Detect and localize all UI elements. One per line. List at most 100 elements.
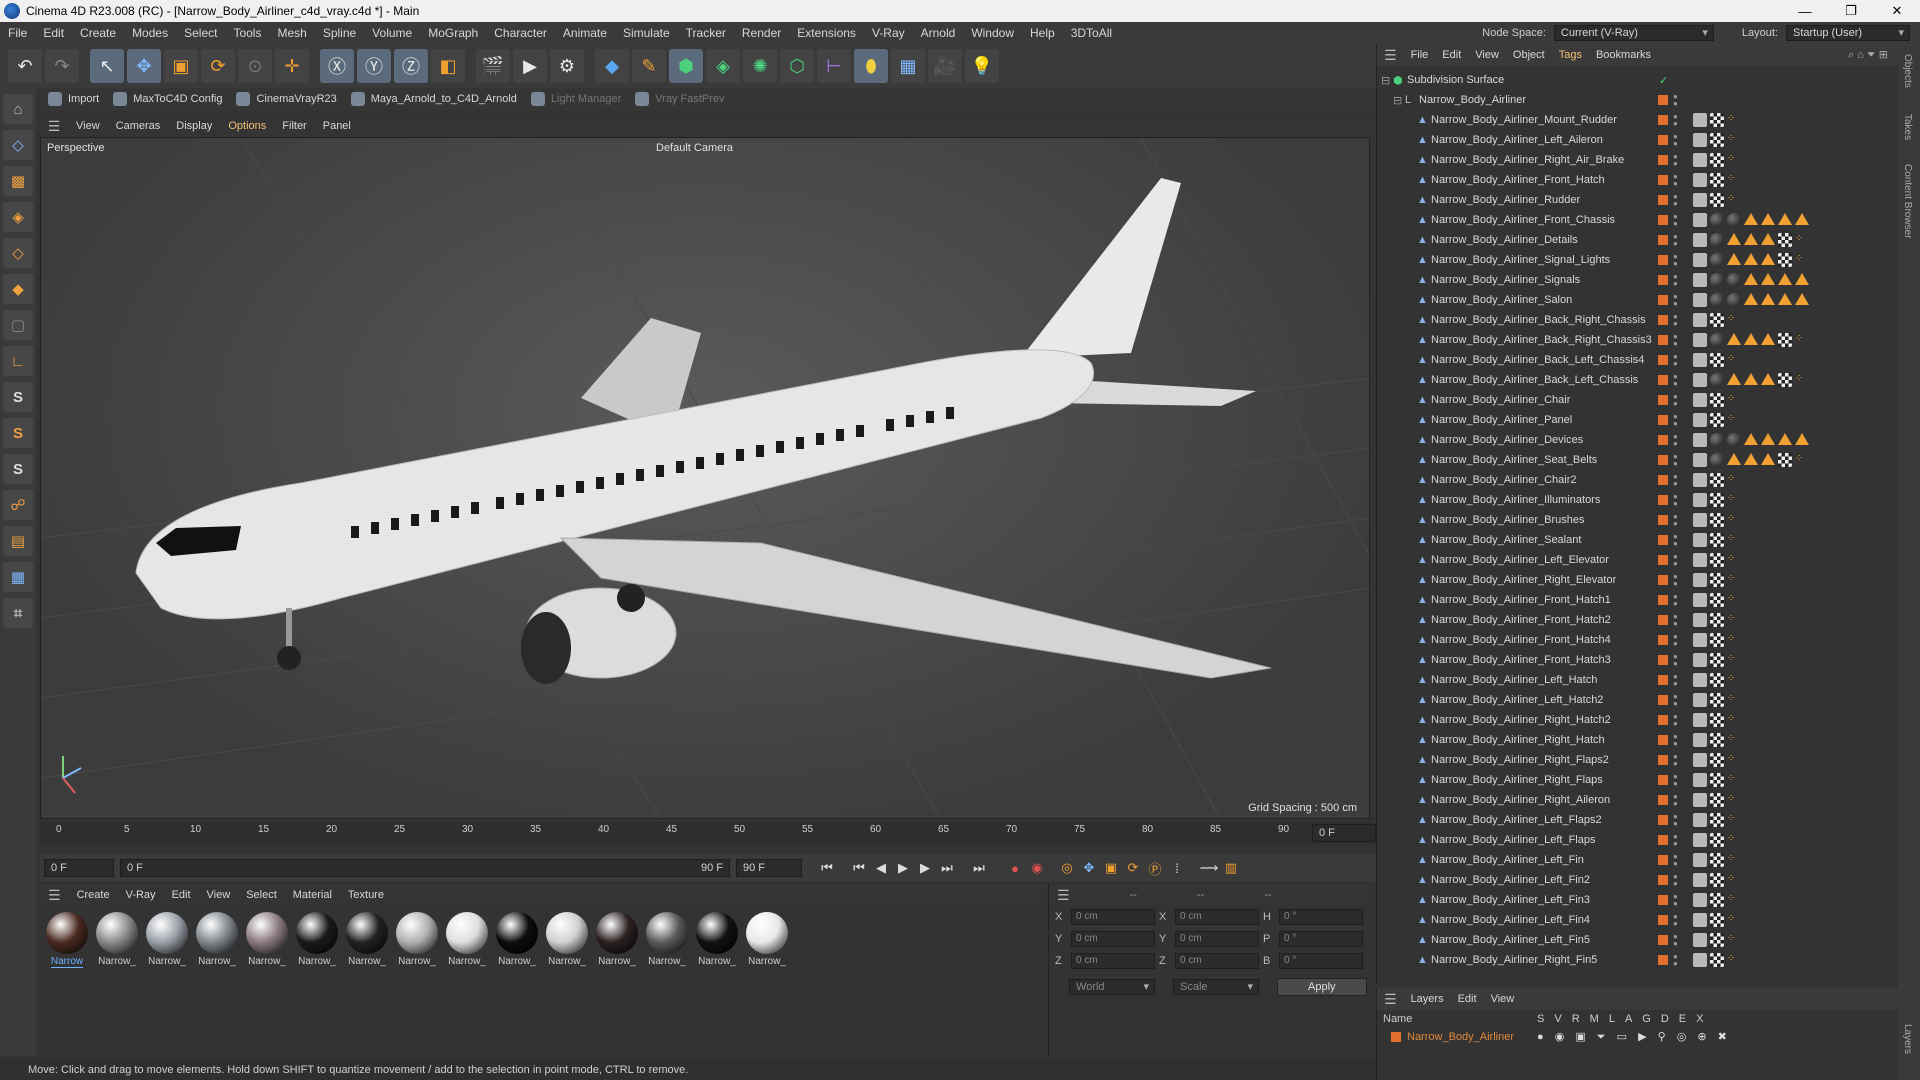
uvw-tag-icon[interactable]	[1710, 653, 1724, 667]
texture-tag-icon[interactable]: ⁘	[1727, 493, 1737, 507]
phong-tag-icon[interactable]	[1693, 313, 1707, 327]
texture-tag-icon[interactable]: ⁘	[1727, 693, 1737, 707]
next-frame-icon[interactable]: ▶	[914, 857, 936, 879]
close-button[interactable]: ✕	[1874, 0, 1920, 22]
visibility-dots-icon[interactable]: ● ●	[1673, 293, 1678, 308]
rotation-h-field[interactable]: 0 °	[1279, 909, 1363, 925]
object-row[interactable]: ▲ Narrow_Body_Airliner_Panel ● ● ⁘	[1377, 410, 1898, 430]
phong-tag-icon[interactable]	[1693, 293, 1707, 307]
texture-tag-icon[interactable]: ⁘	[1727, 533, 1737, 547]
material-swatch[interactable]: Narrow_	[544, 912, 590, 968]
visibility-dots-icon[interactable]: ● ●	[1673, 393, 1678, 408]
plugin-light-manager[interactable]: Light Manager	[530, 92, 621, 106]
material-tag-icon[interactable]	[1727, 433, 1741, 447]
uvw-tag-icon[interactable]	[1710, 733, 1724, 747]
phong-tag-icon[interactable]	[1693, 333, 1707, 347]
visibility-dots-icon[interactable]: ● ●	[1673, 533, 1678, 548]
scale-key-icon[interactable]: ▣	[1100, 857, 1122, 879]
phong-tag-icon[interactable]	[1693, 513, 1707, 527]
material-menu-create[interactable]: Create	[69, 889, 118, 901]
visibility-dots-icon[interactable]: ● ●	[1673, 93, 1678, 108]
selection-tag-icon[interactable]	[1761, 233, 1775, 245]
snap-icon[interactable]: S	[3, 382, 33, 412]
selection-tag-icon[interactable]	[1761, 213, 1775, 225]
subdivision-icon[interactable]: ⬢	[669, 49, 703, 83]
selection-tag-icon[interactable]	[1795, 213, 1809, 225]
redo-icon[interactable]: ↷	[45, 49, 79, 83]
object-row[interactable]: ▲ Narrow_Body_Airliner_Back_Right_Chassis…	[1377, 310, 1898, 330]
uvw-tag-icon[interactable]	[1710, 753, 1724, 767]
phong-tag-icon[interactable]	[1693, 833, 1707, 847]
texture-tag-icon[interactable]: ⁘	[1727, 553, 1737, 567]
visibility-dots-icon[interactable]: ● ●	[1673, 853, 1678, 868]
object-row[interactable]: ▲ Narrow_Body_Airliner_Right_Hatch ● ● ⁘	[1377, 730, 1898, 750]
mograph-cloner-icon[interactable]: ✺	[743, 49, 777, 83]
render-region-icon[interactable]: 🎬	[476, 49, 510, 83]
phong-tag-icon[interactable]	[1693, 233, 1707, 247]
texture-tag-icon[interactable]: ⁘	[1727, 753, 1737, 767]
selection-tag-icon[interactable]	[1778, 213, 1792, 225]
visibility-dots-icon[interactable]: ● ●	[1673, 213, 1678, 228]
object-row[interactable]: ▲ Narrow_Body_Airliner_Front_Hatch4 ● ● ⁘	[1377, 630, 1898, 650]
texture-tag-icon[interactable]: ⁘	[1795, 453, 1805, 467]
material-swatch[interactable]: Narrow_	[144, 912, 190, 968]
texture-tag-icon[interactable]: ⁘	[1795, 373, 1805, 387]
object-search-icon[interactable]: ⌕ ⌂ ⏷ ⊞	[1848, 48, 1888, 62]
material-tag-icon[interactable]	[1710, 233, 1724, 247]
material-menu-material[interactable]: Material	[285, 889, 340, 901]
selection-tag-icon[interactable]	[1778, 293, 1792, 305]
snap-settings-icon[interactable]: S	[3, 418, 33, 448]
selection-tag-icon[interactable]	[1744, 253, 1758, 265]
viewport-camera-label[interactable]: Default Camera	[656, 142, 733, 154]
start-frame-field[interactable]: 0 F	[44, 859, 114, 877]
visibility-dots-icon[interactable]: ● ●	[1673, 613, 1678, 628]
selection-tag-icon[interactable]	[1795, 433, 1809, 445]
layers-menu-edit[interactable]: Edit	[1451, 993, 1484, 1005]
object-row[interactable]: ▲ Narrow_Body_Airliner_Right_Aileron ● ● ⁘	[1377, 790, 1898, 810]
render-settings-icon[interactable]: ⚙	[550, 49, 584, 83]
rotate-tool-icon[interactable]: ⟳	[201, 49, 235, 83]
object-row-group[interactable]: ⊟ L Narrow_Body_Airliner ● ●	[1377, 90, 1898, 110]
model-mode-icon[interactable]: ◇	[3, 130, 33, 160]
parameter-key-icon[interactable]: Ⓟ	[1144, 857, 1166, 879]
texture-tag-icon[interactable]: ⁘	[1727, 113, 1737, 127]
move-tool-icon[interactable]: ✥	[127, 49, 161, 83]
object-row[interactable]: ▲ Narrow_Body_Airliner_Front_Hatch1 ● ● ⁘	[1377, 590, 1898, 610]
texture-tag-icon[interactable]: ⁘	[1727, 613, 1737, 627]
visibility-dots-icon[interactable]: ● ●	[1673, 253, 1678, 268]
collapse-icon[interactable]: ⊟	[1393, 94, 1402, 107]
visibility-dots-icon[interactable]: ● ●	[1673, 753, 1678, 768]
phong-tag-icon[interactable]	[1693, 553, 1707, 567]
texture-tag-icon[interactable]: ⁘	[1727, 593, 1737, 607]
material-swatch[interactable]: Narrow_	[94, 912, 140, 968]
object-row[interactable]: ▲ Narrow_Body_Airliner_Mount_Rudder ● ● ⁘	[1377, 110, 1898, 130]
current-frame-field[interactable]: 0 F	[1312, 824, 1376, 842]
plugin-maya-arnold[interactable]: Maya_Arnold_to_C4D_Arnold	[350, 92, 517, 106]
position-y-field[interactable]: 0 cm	[1071, 931, 1155, 947]
phong-tag-icon[interactable]	[1693, 373, 1707, 387]
motion-clip-icon[interactable]: ▥	[1220, 857, 1242, 879]
uvw-tag-icon[interactable]	[1710, 873, 1724, 887]
uvw-tag-icon[interactable]	[1710, 713, 1724, 727]
position-x-field[interactable]: 0 cm	[1071, 909, 1155, 925]
material-swatch[interactable]: Narrow_	[644, 912, 690, 968]
material-tag-icon[interactable]	[1710, 293, 1724, 307]
selection-tag-icon[interactable]	[1744, 273, 1758, 285]
selection-tag-icon[interactable]	[1727, 333, 1741, 345]
menu-extensions[interactable]: Extensions	[789, 26, 864, 40]
material-swatch[interactable]: Narrow_	[744, 912, 790, 968]
uvw-tag-icon[interactable]	[1710, 533, 1724, 547]
selection-tag-icon[interactable]	[1761, 333, 1775, 345]
uvw-tag-icon[interactable]	[1778, 233, 1792, 247]
visibility-dots-icon[interactable]: ● ●	[1673, 733, 1678, 748]
visibility-dots-icon[interactable]: ● ●	[1673, 553, 1678, 568]
extrude-icon[interactable]: ◈	[706, 49, 740, 83]
visibility-dots-icon[interactable]: ● ●	[1673, 893, 1678, 908]
phong-tag-icon[interactable]	[1693, 433, 1707, 447]
uvw-tag-icon[interactable]	[1710, 893, 1724, 907]
phong-tag-icon[interactable]	[1693, 853, 1707, 867]
menu-edit[interactable]: Edit	[35, 26, 72, 40]
phong-tag-icon[interactable]	[1693, 473, 1707, 487]
texture-tag-icon[interactable]: ⁘	[1795, 233, 1805, 247]
material-tag-icon[interactable]	[1710, 213, 1724, 227]
